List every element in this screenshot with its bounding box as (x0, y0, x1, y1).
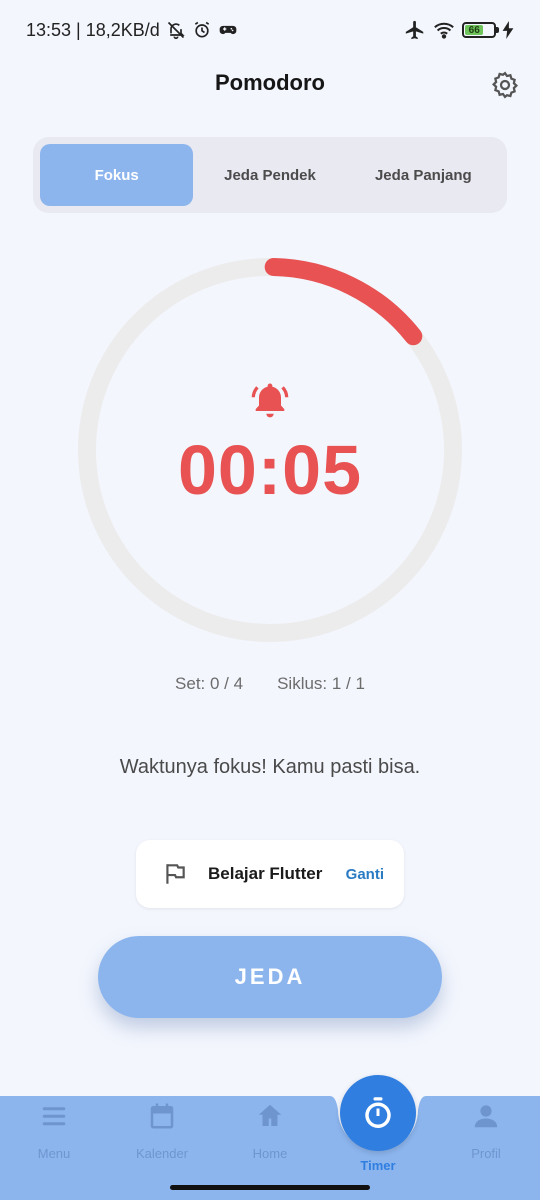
nav-label-kalender: Kalender (135, 1146, 189, 1161)
person-icon (470, 1100, 502, 1132)
mode-tabs: Fokus Jeda Pendek Jeda Panjang (33, 137, 507, 213)
gear-icon (491, 71, 519, 99)
task-card: Belajar Flutter Ganti (136, 840, 404, 908)
flag-icon (162, 861, 188, 887)
task-name: Belajar Flutter (208, 864, 323, 883)
nav-item-menu[interactable]: Menu (0, 1096, 108, 1176)
timer-display: 00:05 (177, 431, 363, 509)
home-indicator (170, 1185, 370, 1190)
status-right: 66 (404, 19, 514, 41)
stopwatch-icon (365, 1097, 391, 1128)
tab-fokus[interactable]: Fokus (40, 144, 194, 206)
calendar-icon (146, 1100, 178, 1132)
nav-item-timer[interactable] (340, 1075, 416, 1151)
status-time: 13:53 | 18,2KB/d (26, 19, 160, 40)
nav-item-profil[interactable]: Profil (432, 1096, 540, 1176)
nav-label-home: Home (252, 1146, 288, 1161)
nav-item-kalender[interactable]: Kalender (108, 1096, 216, 1176)
motivation-text: Waktunya fokus! Kamu pasti bisa. (119, 756, 421, 778)
pause-button[interactable]: JEDA (98, 936, 442, 1018)
status-bar: 13:53 | 18,2KB/d 66 (0, 0, 540, 60)
session-counters: Set: 0 / 4 Siklus: 1 / 1 (0, 674, 540, 694)
alarm-bell-icon (248, 378, 292, 422)
home-icon (254, 1100, 286, 1132)
status-left: 13:53 | 18,2KB/d (26, 20, 238, 41)
settings-button[interactable] (488, 68, 522, 102)
nav-label-menu: Menu (37, 1146, 71, 1161)
alarm-clock-icon (192, 20, 212, 40)
timer-ring: 00:05 (70, 250, 470, 650)
battery-icon: 66 (462, 22, 499, 38)
set-counter: Set: 0 / 4 (175, 674, 244, 693)
nav-label-timer: Timer (360, 1158, 396, 1173)
page-title: Pomodoro (215, 70, 325, 95)
cycle-counter: Siklus: 1 / 1 (277, 674, 365, 693)
tab-jeda-panjang[interactable]: Jeda Panjang (347, 144, 500, 206)
nav-item-home[interactable]: Home (216, 1096, 324, 1176)
bell-off-icon (166, 20, 186, 40)
timer-center: 00:05 (70, 250, 470, 650)
battery-level: 66 (465, 25, 484, 36)
menu-icon (38, 1100, 70, 1132)
gamepad-icon (218, 20, 238, 40)
airplane-icon (404, 19, 426, 41)
app-header: Pomodoro (0, 60, 540, 110)
charging-bolt-icon (502, 21, 514, 39)
wifi-icon (432, 19, 456, 41)
change-task-button[interactable]: Ganti (346, 866, 384, 883)
tab-jeda-pendek[interactable]: Jeda Pendek (193, 144, 346, 206)
nav-label-profil: Profil (471, 1146, 501, 1161)
